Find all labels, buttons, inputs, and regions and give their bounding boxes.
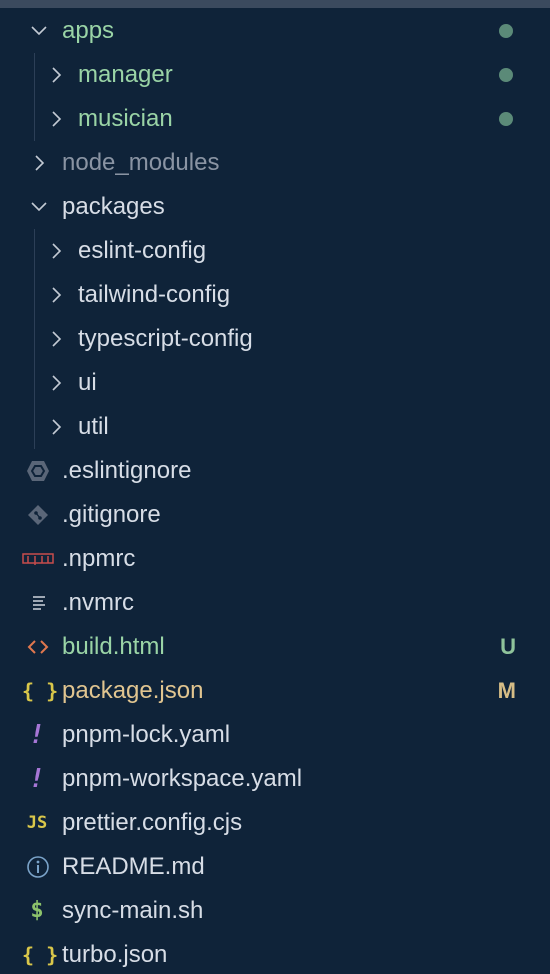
tree-item-label: packages xyxy=(62,193,165,220)
indent-guide xyxy=(34,361,35,405)
tree-item-label: pnpm-workspace.yaml xyxy=(62,765,303,792)
tree-item-build-html[interactable]: build.html U xyxy=(0,625,550,669)
indent-guide xyxy=(34,317,35,361)
yaml-icon: ! xyxy=(29,764,45,794)
tree-item-util[interactable]: util xyxy=(0,405,550,449)
html-icon xyxy=(22,625,52,669)
tree-item-label: sync-main.sh xyxy=(62,897,204,924)
chevron-right-icon[interactable] xyxy=(47,405,65,449)
tree-item-label: .nvmrc xyxy=(62,589,134,616)
tree-item-label: .eslintignore xyxy=(62,457,192,484)
chevron-right-icon[interactable] xyxy=(47,361,65,405)
indent-guide xyxy=(34,405,35,449)
tree-item-node-modules[interactable]: node_modules xyxy=(0,141,550,185)
tree-item-turbo-json[interactable]: { } turbo.json xyxy=(0,933,550,974)
tree-item-label: apps xyxy=(62,17,115,44)
tree-item-gitignore[interactable]: .gitignore xyxy=(0,493,550,537)
tree-item-label: util xyxy=(78,413,109,440)
eslint-icon xyxy=(22,449,52,493)
indent-guide xyxy=(34,97,35,141)
tree-item-tailwind-config[interactable]: tailwind-config xyxy=(0,273,550,317)
chevron-right-icon[interactable] xyxy=(47,229,65,273)
tree-item-label: .gitignore xyxy=(62,501,161,528)
git-status-dot xyxy=(499,24,513,38)
tree-item-eslintignore[interactable]: .eslintignore xyxy=(0,449,550,493)
json-icon: { } xyxy=(22,679,59,703)
tree-item-label: node_modules xyxy=(62,149,220,176)
git-icon xyxy=(22,493,52,537)
json-icon: { } xyxy=(22,943,59,967)
chevron-down-icon[interactable] xyxy=(30,185,48,229)
git-status-dot xyxy=(499,112,513,126)
js-icon: JS xyxy=(26,813,48,833)
tree-item-label: manager xyxy=(78,61,173,88)
tree-item-pnpm-lock-yaml[interactable]: ! pnpm-lock.yaml xyxy=(0,713,550,757)
tree-item-label: musician xyxy=(78,105,173,132)
chevron-right-icon[interactable] xyxy=(47,317,65,361)
tree-item-label: prettier.config.cjs xyxy=(62,809,243,836)
tree-item-package-json[interactable]: { } package.json M xyxy=(0,669,550,713)
npm-icon xyxy=(22,537,54,581)
tree-item-packages[interactable]: packages xyxy=(0,185,550,229)
info-icon xyxy=(22,845,52,889)
tree-item-nvmrc[interactable]: .nvmrc xyxy=(0,581,550,625)
tree-item-label: typescript-config xyxy=(78,325,253,352)
tree-item-label: README.md xyxy=(62,853,205,880)
tree-item-npmrc[interactable]: .npmrc xyxy=(0,537,550,581)
chevron-right-icon[interactable] xyxy=(47,53,65,97)
tree-item-label: ui xyxy=(78,369,97,396)
git-untracked-badge: U xyxy=(500,634,516,659)
tree-item-label: tailwind-config xyxy=(78,281,231,308)
indent-guide xyxy=(34,229,35,273)
tree-item-label: turbo.json xyxy=(62,941,168,968)
shell-icon: $ xyxy=(30,898,44,923)
tree-item-apps[interactable]: apps xyxy=(0,9,550,53)
git-status-dot xyxy=(499,68,513,82)
indent-guide xyxy=(34,53,35,97)
file-explorer-tree: apps manager musician node_modules packa… xyxy=(0,9,550,974)
tree-item-label: pnpm-lock.yaml xyxy=(62,721,231,748)
tree-item-label: build.html xyxy=(62,633,165,660)
git-modified-badge: M xyxy=(497,678,516,703)
tree-item-pnpm-workspace-yaml[interactable]: ! pnpm-workspace.yaml xyxy=(0,757,550,801)
tree-item-typescript-config[interactable]: typescript-config xyxy=(0,317,550,361)
tree-item-musician[interactable]: musician xyxy=(0,97,550,141)
tree-item-prettier-config[interactable]: JS prettier.config.cjs xyxy=(0,801,550,845)
chevron-right-icon[interactable] xyxy=(47,97,65,141)
tree-item-label: package.json xyxy=(62,677,204,704)
tree-item-readme[interactable]: README.md xyxy=(0,845,550,889)
tree-item-eslint-config[interactable]: eslint-config xyxy=(0,229,550,273)
tree-item-ui[interactable]: ui xyxy=(0,361,550,405)
tree-item-label: eslint-config xyxy=(78,237,207,264)
chevron-right-icon[interactable] xyxy=(47,273,65,317)
indent-guide xyxy=(34,273,35,317)
chevron-right-icon[interactable] xyxy=(30,141,48,185)
text-lines-icon xyxy=(22,581,52,625)
yaml-icon: ! xyxy=(29,720,45,750)
tree-item-sync-main-sh[interactable]: $ sync-main.sh xyxy=(0,889,550,933)
chevron-down-icon[interactable] xyxy=(30,9,48,53)
tree-item-label: .npmrc xyxy=(62,545,136,572)
top-scroll-shadow xyxy=(0,0,550,8)
tree-item-manager[interactable]: manager xyxy=(0,53,550,97)
